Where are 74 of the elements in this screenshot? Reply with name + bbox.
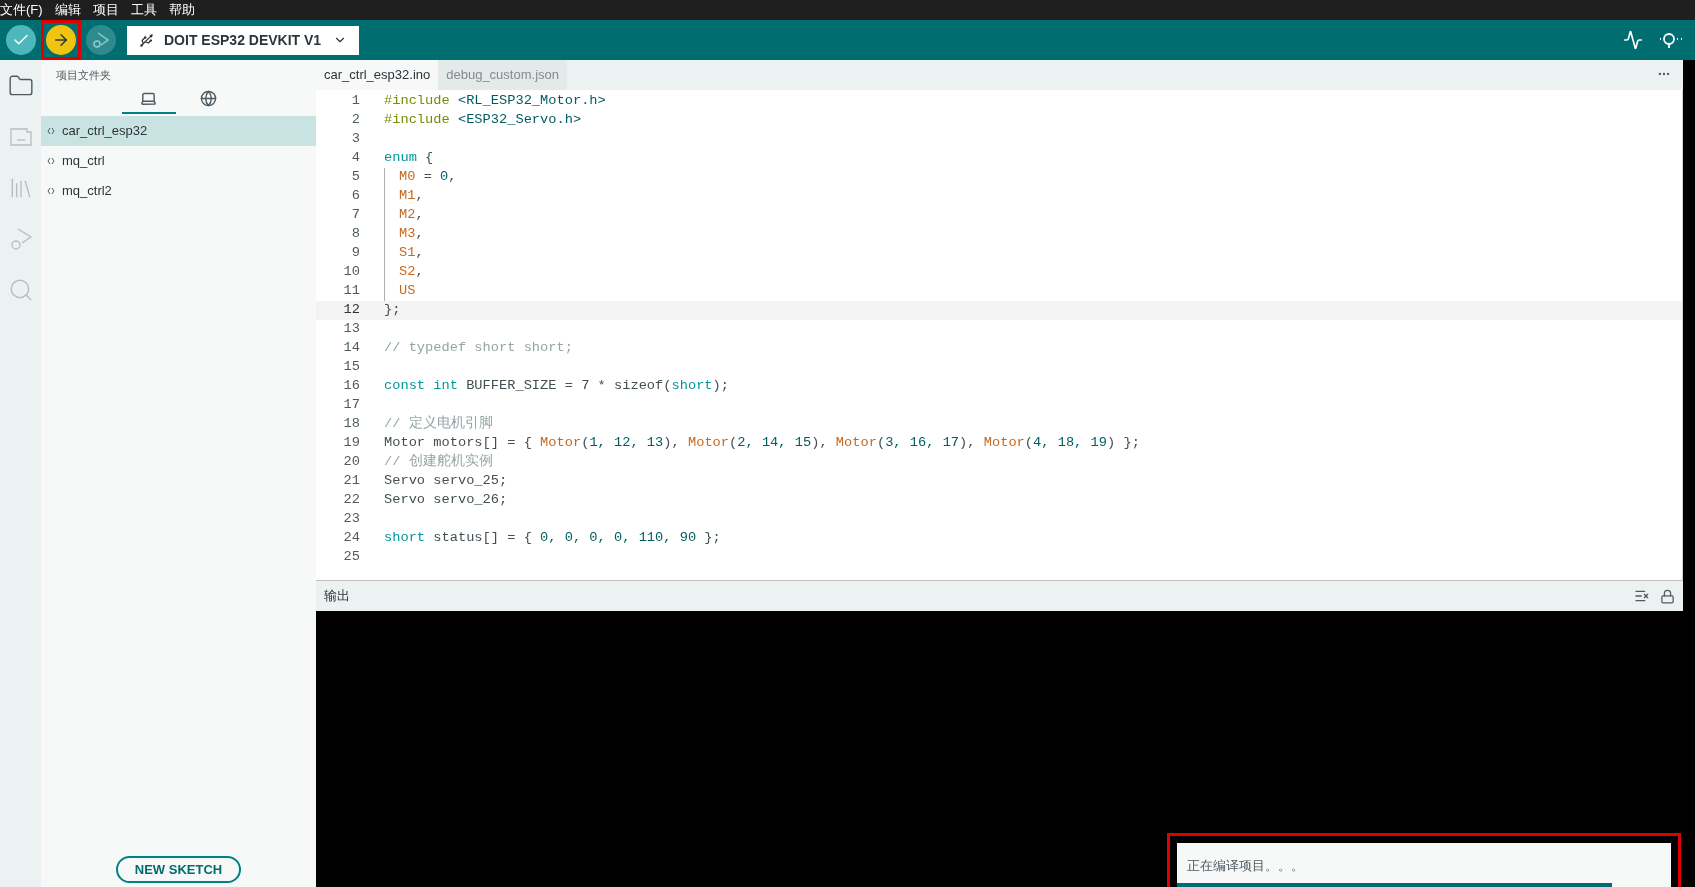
notification-text: 正在编译项目。。。: [1186, 857, 1305, 875]
file-tab[interactable]: car_ctrl_esp32.ino: [316, 60, 439, 90]
sketch-item[interactable]: car_ctrl_esp32: [41, 116, 316, 146]
code-line: M2,: [399, 206, 424, 225]
line-number: 15: [342, 358, 360, 377]
line-number: 8: [350, 225, 360, 244]
line-number: 4: [350, 149, 360, 168]
sidebar-title: 项目文件夹: [55, 68, 112, 83]
line-number: 1: [350, 92, 360, 111]
code-line: // typedef short short;: [384, 339, 573, 358]
line-number: 9: [350, 244, 360, 263]
code-icon: [47, 157, 55, 165]
line-number: 13: [342, 320, 360, 339]
code-line: M1,: [399, 187, 424, 206]
line-number: 25: [342, 548, 360, 567]
output-title: 输出: [324, 587, 350, 606]
code-line: Motor motors[] = { Motor(1, 12, 13), Motor(2, 14, 15), Motor(3, 16, 17), Motor(4, 18, 19) };: [384, 434, 1140, 453]
code-line: Servo servo_26;: [384, 491, 508, 510]
code-line: #include <RL_ESP32_Motor.h>: [384, 92, 606, 111]
line-number: 22: [342, 491, 360, 510]
sketch-item[interactable]: mq_ctrl2: [41, 176, 316, 206]
code-line: #include <ESP32_Servo.h>: [384, 111, 582, 130]
sketch-name: mq_ctrl: [62, 152, 105, 171]
lock-icon[interactable]: [1660, 588, 1675, 604]
line-number: 23: [342, 510, 360, 529]
code-line: short status[] = { 0, 0, 0, 0, 110, 90 };: [384, 529, 721, 548]
line-number: 5: [350, 168, 360, 187]
line-number: 6: [350, 187, 360, 206]
clear-output-icon[interactable]: [1634, 588, 1650, 604]
board-selector[interactable]: DOIT ESP32 DEVKIT V1: [127, 25, 359, 55]
line-number: 20: [342, 453, 360, 472]
line-number: 16: [342, 377, 360, 396]
line-number: 12: [342, 301, 360, 320]
sketch-name: car_ctrl_esp32: [62, 122, 148, 141]
code-line: enum {: [384, 149, 434, 168]
line-number: 18: [342, 415, 360, 434]
code-line: Servo servo_25;: [384, 472, 508, 491]
code-line: M0 = 0,: [399, 168, 457, 187]
menu-item[interactable]: 项目: [86, 0, 125, 20]
line-number: 2: [350, 111, 360, 130]
code-line: S1,: [399, 244, 424, 263]
menu-item[interactable]: 工具: [124, 0, 163, 20]
line-number: 14: [342, 339, 360, 358]
new-sketch-button[interactable]: NEW SKETCH: [115, 856, 242, 883]
debug-icon: [92, 31, 110, 49]
line-number: 17: [342, 396, 360, 415]
code-icon: [47, 127, 55, 135]
code-line: S2,: [399, 263, 424, 282]
menu-item[interactable]: 编辑: [48, 0, 87, 20]
sketch-name: mq_ctrl2: [62, 182, 112, 201]
code-line: M3,: [399, 225, 424, 244]
menu-item[interactable]: 帮助: [162, 0, 201, 20]
code-icon: [47, 187, 55, 195]
usb-icon: [139, 32, 154, 48]
code-line: US: [399, 282, 416, 301]
line-number: 7: [350, 206, 360, 225]
globe-icon: [200, 89, 217, 107]
sketch-item[interactable]: mq_ctrl: [41, 146, 316, 176]
plotter-icon[interactable]: [1623, 30, 1643, 50]
debug-button[interactable]: [86, 25, 116, 55]
verify-button[interactable]: [6, 25, 36, 55]
code-line: };: [384, 301, 401, 320]
line-number: 11: [342, 282, 360, 301]
line-number: 24: [342, 529, 360, 548]
code-line: // 定义电机引脚: [384, 414, 493, 434]
line-number: 10: [342, 263, 360, 282]
menu-item[interactable]: 文件(F): [0, 0, 49, 20]
line-number: 3: [350, 130, 360, 149]
line-number: 21: [342, 472, 360, 491]
code-line: // 创建舵机实例: [384, 452, 493, 472]
line-number: 19: [342, 434, 360, 453]
arrow-icon: [52, 31, 70, 49]
code-line: const int BUFFER_SIZE = 7 * sizeof(short);: [384, 377, 729, 396]
serial-monitor-icon[interactable]: [1657, 30, 1683, 50]
